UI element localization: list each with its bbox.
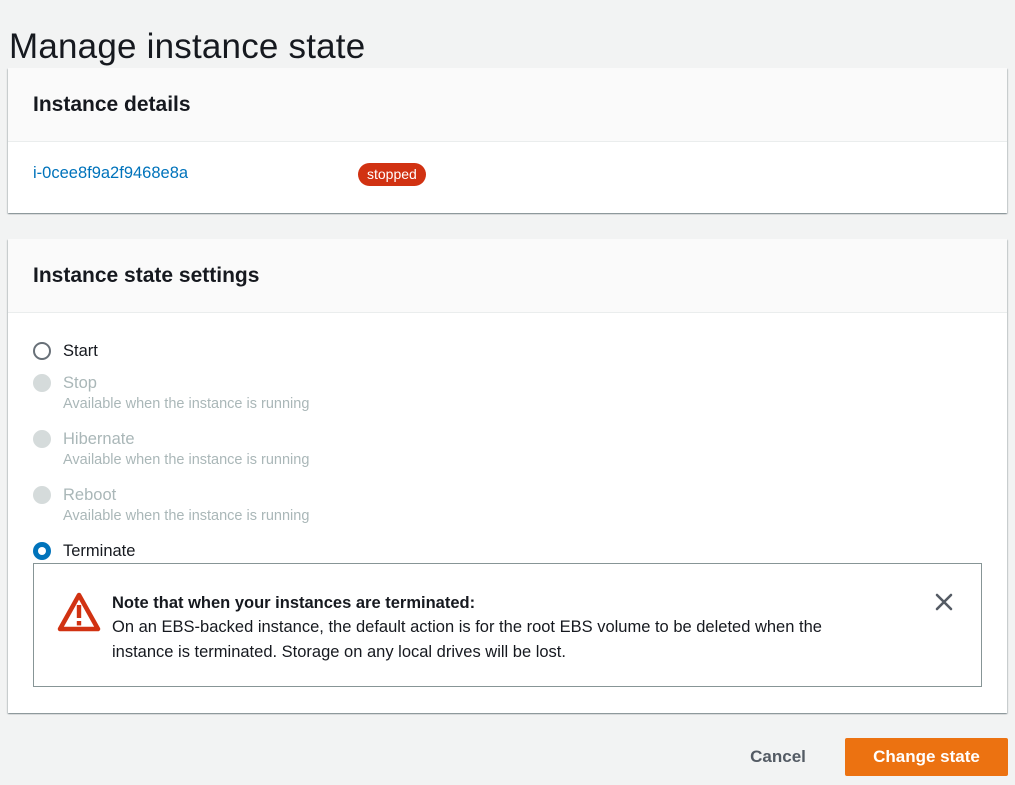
terminate-warning-alert: Note that when your instances are termin… [33, 563, 982, 687]
close-icon[interactable] [934, 592, 954, 612]
stop-radio [33, 374, 51, 392]
radio-label-hibernate: Hibernate [63, 430, 135, 448]
alert-title: Note that when your instances are termin… [112, 594, 476, 612]
radio-label-start: Start [63, 342, 98, 360]
instance-id-link[interactable]: i-0cee8f9a2f9468e8a [33, 164, 188, 183]
change-state-button[interactable]: Change state [845, 738, 1008, 776]
start-radio[interactable] [33, 342, 51, 360]
radio-option-terminate[interactable]: Terminate [33, 540, 135, 562]
alert-message-line-2: instance is terminated. Storage on any l… [112, 643, 566, 661]
radio-option-start[interactable]: Start [33, 340, 98, 362]
instance-state-settings-header: Instance state settings [8, 239, 1007, 313]
warning-icon [57, 592, 101, 632]
instance-details-panel: Instance details i-0cee8f9a2f9468e8a sto… [8, 68, 1007, 213]
radio-label-stop: Stop [63, 374, 97, 392]
reboot-radio [33, 486, 51, 504]
radio-description-stop: Available when the instance is running [63, 396, 310, 412]
radio-description-hibernate: Available when the instance is running [63, 452, 310, 468]
radio-label-terminate: Terminate [63, 542, 136, 560]
hibernate-radio [33, 430, 51, 448]
instance-details-header: Instance details [8, 68, 1007, 142]
radio-option-reboot: Reboot Available when the instance is ru… [33, 484, 309, 526]
page-title: Manage instance state [9, 27, 366, 67]
instance-state-settings-panel: Instance state settings Start Stop Avail… [8, 239, 1007, 713]
alert-message-line-1: On an EBS-backed instance, the default a… [112, 618, 822, 636]
status-badge: stopped [358, 163, 426, 186]
radio-label-reboot: Reboot [63, 486, 117, 504]
radio-option-stop: Stop Available when the instance is runn… [33, 372, 309, 414]
instance-state-settings-heading: Instance state settings [33, 263, 260, 287]
alert-message: On an EBS-backed instance, the default a… [112, 615, 912, 665]
terminate-radio[interactable] [33, 542, 51, 560]
instance-details-heading: Instance details [33, 92, 191, 116]
radio-description-reboot: Available when the instance is running [63, 508, 310, 524]
cancel-button[interactable]: Cancel [730, 738, 826, 776]
radio-option-hibernate: Hibernate Available when the instance is… [33, 428, 309, 470]
